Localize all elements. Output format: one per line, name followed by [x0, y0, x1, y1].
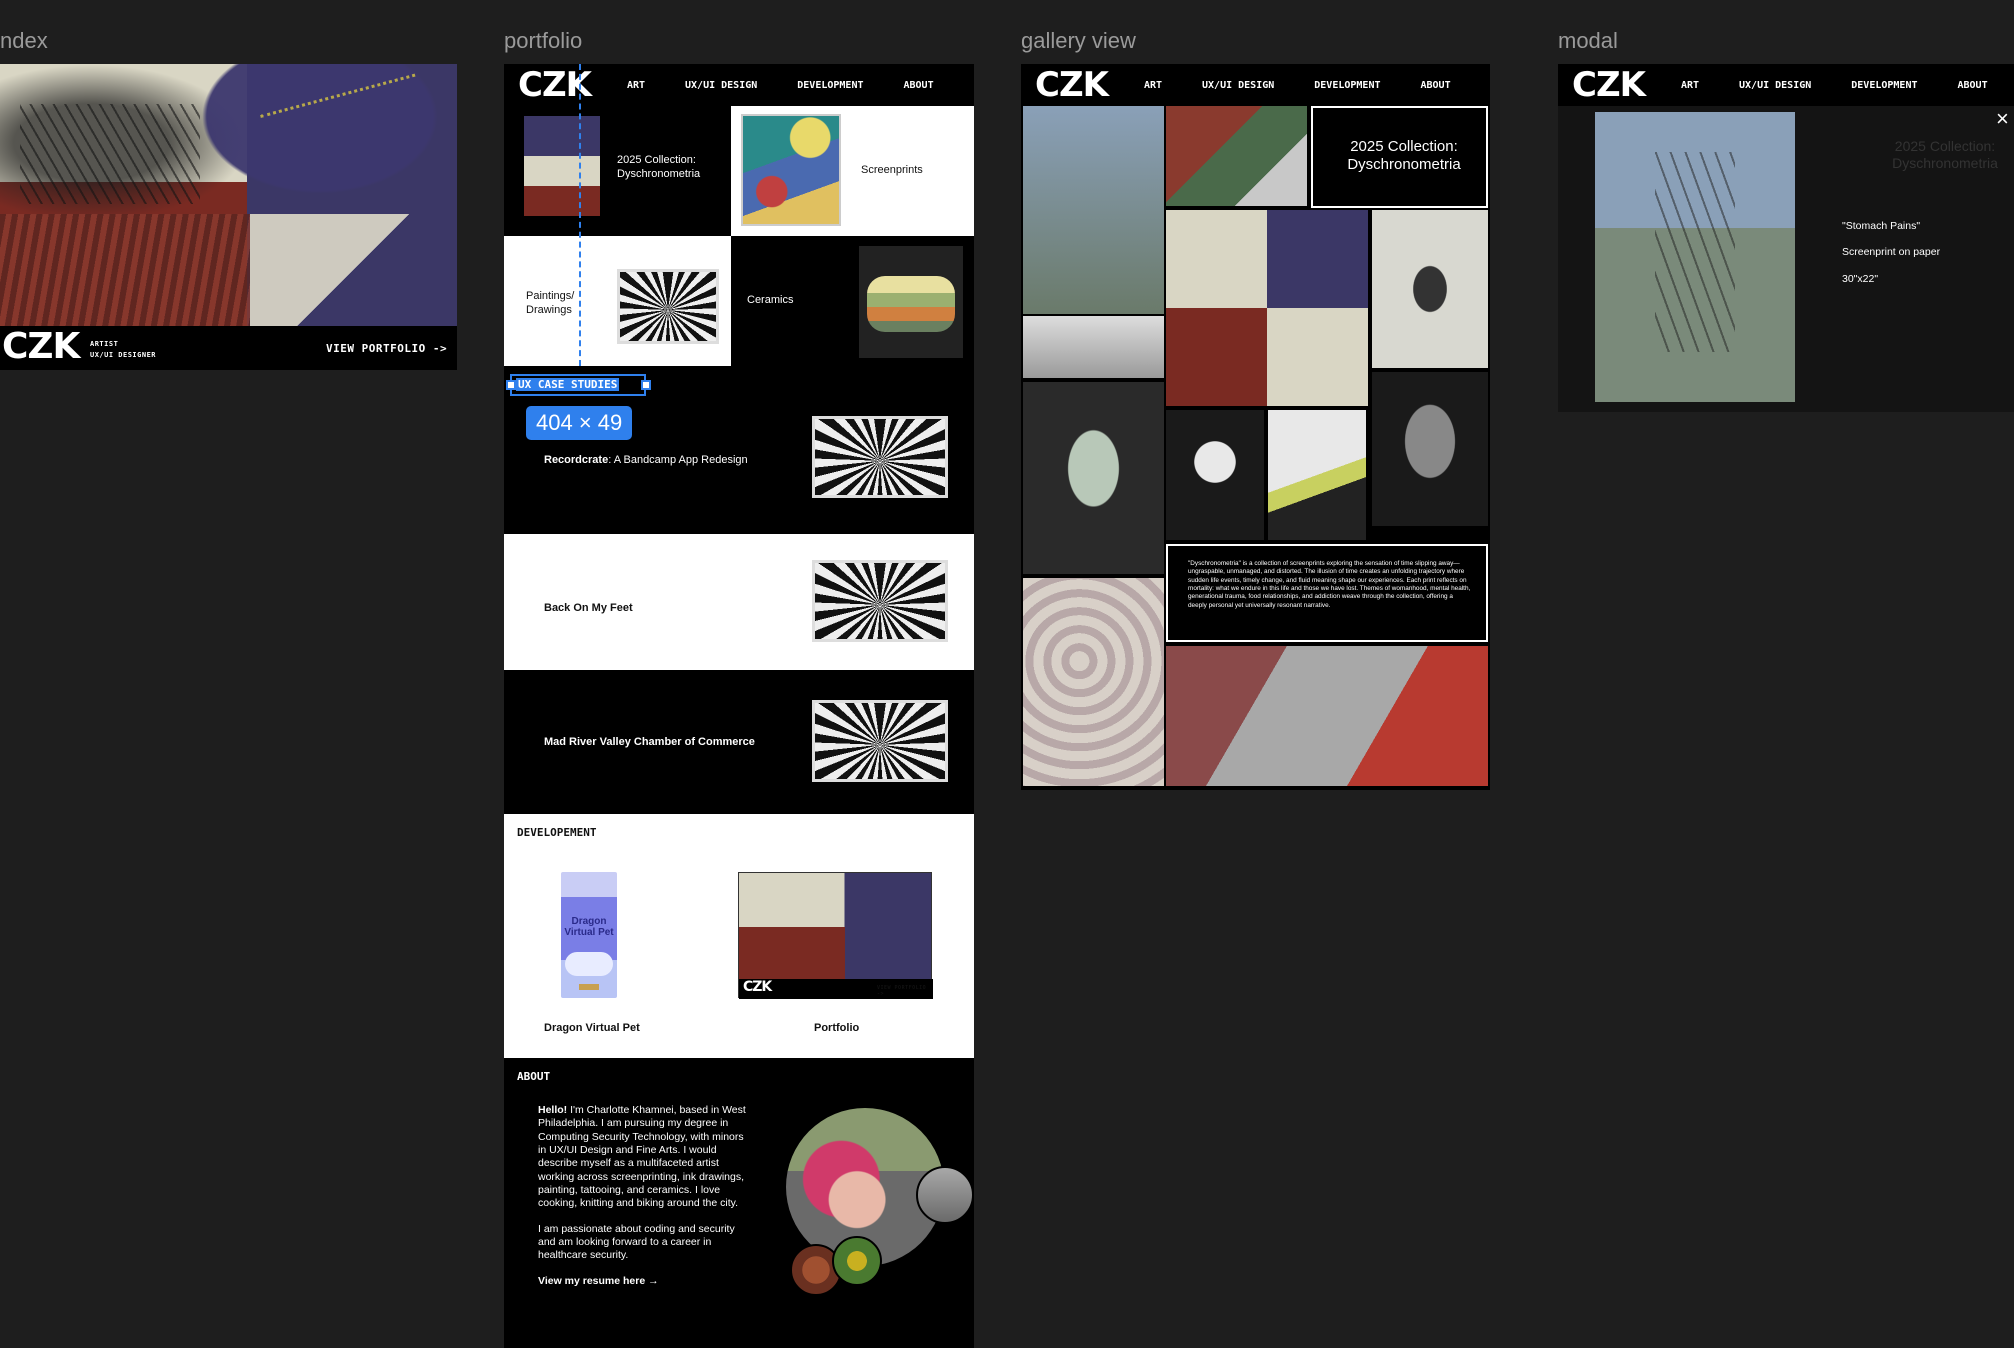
resume-link[interactable]: View my resume here → [538, 1275, 752, 1288]
case-study-thumbnail [812, 416, 948, 498]
portfolio-nav: CZK ART UX/UI DESIGN DEVELOPMENT ABOUT [504, 64, 974, 106]
ceramics-label: Ceramics [747, 294, 794, 306]
nav-development[interactable]: DEVELOPMENT [797, 80, 863, 91]
case-study-title: Recordcrate: A Bandcamp App Redesign [544, 454, 748, 466]
nav-about[interactable]: ABOUT [1421, 80, 1451, 91]
index-frame: CZK ARTIST UX/UI DESIGNER VIEW PORTFOLIO… [0, 64, 457, 370]
portfolio-frame: CZK ART UX/UI DESIGN DEVELOPMENT ABOUT 2… [504, 64, 974, 1348]
gallery-collection-title: 2025 Collection: Dyschronometria [1347, 138, 1461, 173]
nav-about[interactable]: ABOUT [1958, 80, 1988, 91]
dragon-pet-label[interactable]: Dragon Virtual Pet [544, 1022, 640, 1034]
nav-development[interactable]: DEVELOPMENT [1314, 80, 1380, 91]
case-study-title: Back On My Feet [544, 602, 633, 614]
ceramics-thumbnail [859, 246, 963, 358]
gallery-logo[interactable]: CZK [1035, 65, 1109, 105]
about-photo-food-2 [832, 1236, 882, 1286]
case-study-recordcrate[interactable]: Recordcrate: A Bandcamp App Redesign [504, 366, 974, 534]
art-tile-collection[interactable]: 2025 Collection: Dyschronometria [504, 106, 731, 236]
gallery-print-2[interactable] [1166, 106, 1307, 206]
gallery-description: "Dyschronometria" is a collection of scr… [1188, 560, 1471, 609]
frame-label-index[interactable]: ndex [0, 28, 48, 54]
case-study-back-on-my-feet[interactable]: Back On My Feet [504, 534, 974, 670]
index-role-line1: ARTIST [90, 340, 119, 348]
case-studies-section: UX CASE STUDIES 404 × 49 Recordcrate: A … [504, 366, 974, 882]
modal-artwork-title: "Stomach Pains" [1842, 220, 1921, 232]
modal-artwork [1595, 112, 1795, 402]
gallery-print-8[interactable] [1268, 410, 1366, 540]
nav-art[interactable]: ART [1144, 80, 1162, 91]
hero-artwork [0, 64, 457, 326]
gallery-print-9[interactable] [1372, 372, 1488, 526]
modal-close-icon[interactable]: × [1996, 106, 2009, 132]
frame-label-gallery[interactable]: gallery view [1021, 28, 1136, 54]
portfolio-label[interactable]: Portfolio [814, 1022, 859, 1034]
gallery-print-11[interactable] [1166, 646, 1488, 786]
modal-artwork-medium: Screenprint on paper [1842, 246, 1941, 258]
nav-art[interactable]: ART [1681, 80, 1699, 91]
gallery-description-box: "Dyschronometria" is a collection of scr… [1166, 544, 1488, 642]
modal-faded-title: 2025 Collection: Dyschronometria [1892, 138, 1998, 171]
modal-frame: CZK ART UX/UI DESIGN DEVELOPMENT ABOUT 2… [1558, 64, 2014, 412]
nav-art[interactable]: ART [627, 80, 645, 91]
development-heading: DEVELOPEMENT [517, 826, 597, 839]
nav-uxui-design[interactable]: UX/UI DESIGN [685, 80, 757, 91]
dragon-pet-thumb-text: Dragon Virtual Pet [564, 916, 614, 938]
about-paragraph-1: Hello! I'm Charlotte Khamnei, based in W… [538, 1104, 746, 1210]
gallery-nav: CZK ART UX/UI DESIGN DEVELOPMENT ABOUT [1021, 64, 1490, 106]
about-text: Hello! I'm Charlotte Khamnei, based in W… [538, 1104, 752, 1288]
art-tile-paintings[interactable]: Paintings/ Drawings [504, 236, 731, 366]
case-study-mad-river[interactable]: Mad River Valley Chamber of Commerce [504, 670, 974, 814]
screenprints-label: Screenprints [861, 164, 923, 176]
gallery-print-4[interactable] [1023, 316, 1164, 378]
frame-label-portfolio[interactable]: portfolio [504, 28, 582, 54]
about-paragraph-2: I am passionate about coding and securit… [538, 1222, 735, 1262]
about-heading: ABOUT [517, 1070, 551, 1083]
portfolio-thumbnail[interactable]: CZK VIEW PORTFOLIO -> [738, 872, 933, 999]
gallery-print-7[interactable] [1166, 410, 1264, 540]
modal-artwork-dimensions: 30"x22" [1842, 273, 1879, 285]
gallery-collection-title-box: 2025 Collection: Dyschronometria [1311, 106, 1488, 208]
modal-logo[interactable]: CZK [1572, 65, 1646, 105]
nav-development[interactable]: DEVELOPMENT [1851, 80, 1917, 91]
paintings-label: Paintings/ Drawings [526, 290, 575, 316]
paintings-thumbnail [617, 269, 719, 344]
development-section: DEVELOPEMENT Dragon Virtual Pet Dragon V… [504, 814, 974, 1058]
gallery-print-3[interactable] [1166, 210, 1368, 406]
art-tile-screenprints[interactable]: Screenprints [731, 106, 974, 236]
gallery-print-10[interactable] [1023, 578, 1164, 786]
case-study-thumbnail [812, 700, 948, 782]
about-section: ABOUT Hello! I'm Charlotte Khamnei, base… [504, 1058, 974, 1348]
collection-label: 2025 Collection: Dyschronometria [617, 154, 701, 180]
gallery-print-1[interactable] [1023, 106, 1164, 314]
case-study-thumbnail [812, 560, 948, 642]
layout-guide-line [579, 64, 581, 366]
index-logo[interactable]: CZK [2, 326, 80, 367]
modal-nav: CZK ART UX/UI DESIGN DEVELOPMENT ABOUT [1558, 64, 2014, 106]
frame-label-modal[interactable]: modal [1558, 28, 1618, 54]
collection-thumbnail [524, 116, 600, 216]
view-portfolio-link[interactable]: VIEW PORTFOLIO -> [326, 342, 447, 355]
nav-uxui-design[interactable]: UX/UI DESIGN [1739, 80, 1811, 91]
dragon-pet-thumbnail[interactable]: Dragon Virtual Pet [561, 872, 617, 998]
about-photo-small [916, 1166, 974, 1224]
nav-about[interactable]: ABOUT [904, 80, 934, 91]
gallery-frame: CZK ART UX/UI DESIGN DEVELOPMENT ABOUT 2… [1021, 64, 1490, 790]
nav-uxui-design[interactable]: UX/UI DESIGN [1202, 80, 1274, 91]
gallery-print-5[interactable] [1372, 210, 1488, 368]
index-role-line2: UX/UI DESIGNER [90, 351, 157, 359]
art-tile-ceramics[interactable]: Ceramics [731, 236, 974, 366]
case-study-title: Mad River Valley Chamber of Commerce [544, 736, 755, 748]
screenprints-thumbnail [741, 114, 841, 226]
gallery-print-6[interactable] [1023, 382, 1164, 574]
